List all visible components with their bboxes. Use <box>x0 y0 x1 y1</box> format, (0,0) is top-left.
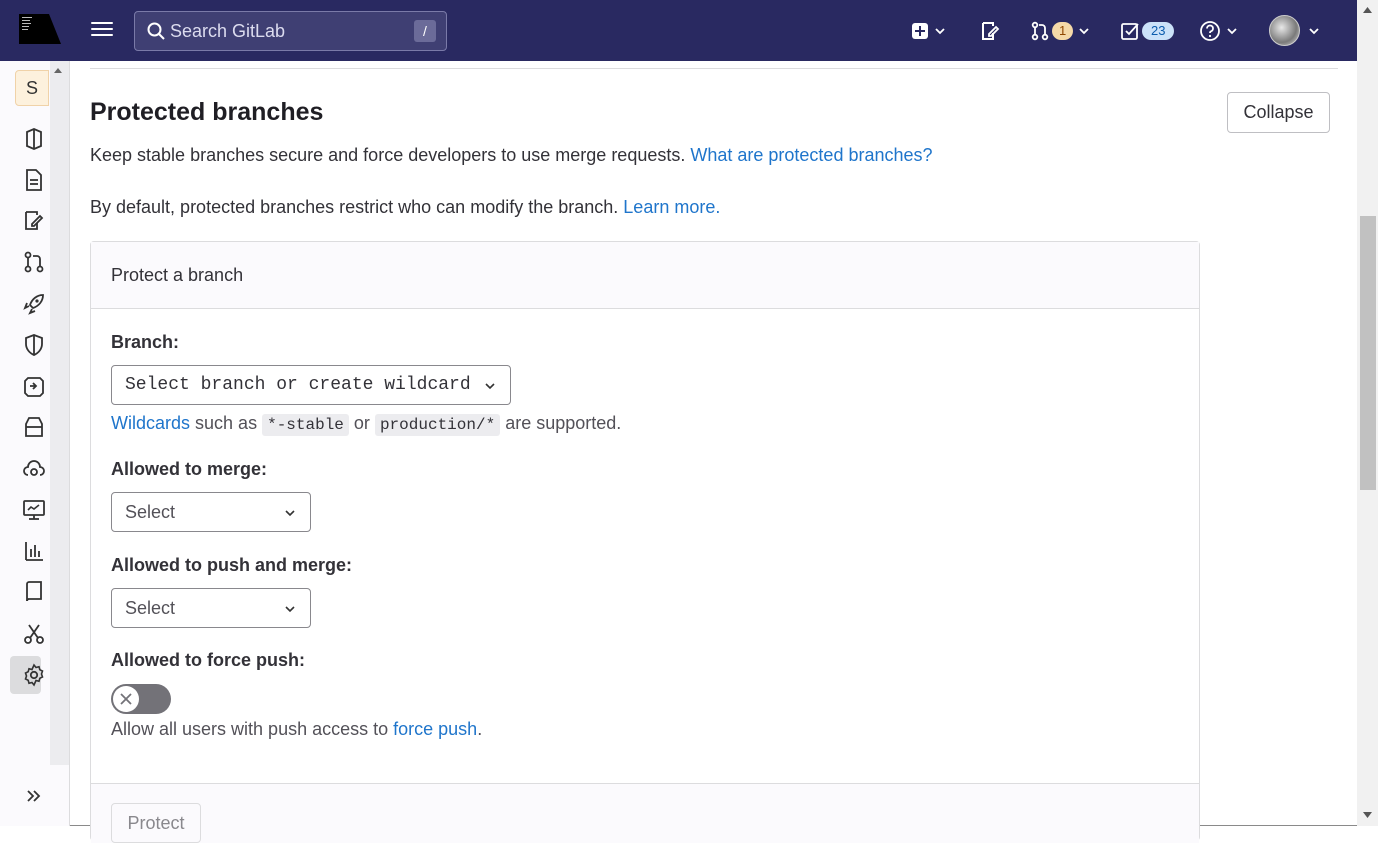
sidebar-scroll-up-icon[interactable] <box>53 66 63 76</box>
todos-nav-button[interactable]: 23 <box>1120 17 1175 45</box>
default-text: By default, protected branches restrict … <box>90 197 619 217</box>
issues-doc-icon[interactable] <box>22 168 46 192</box>
chevron-down-icon <box>1079 28 1089 35</box>
chevron-down-icon <box>935 28 945 35</box>
search-box[interactable]: Search GitLab / <box>134 11 447 51</box>
allowed-to-merge-label: Allowed to merge: <box>111 459 268 479</box>
learn-more-link[interactable]: Learn more. <box>623 197 720 217</box>
toggle-knob <box>113 686 139 712</box>
chevron-down-icon <box>1309 27 1319 34</box>
user-menu-button[interactable] <box>1269 15 1319 46</box>
plus-square-icon <box>912 23 928 39</box>
todo-checkbox-icon <box>1121 23 1139 40</box>
top-navbar: Search GitLab / 1 23 <box>0 0 1357 61</box>
chevron-down-icon <box>1227 28 1237 35</box>
wildcard-text-2: or <box>353 413 370 433</box>
branch-dropdown[interactable]: Select branch or create wildcard <box>111 365 511 405</box>
merge-requests-nav-button[interactable]: 1 <box>1030 17 1089 45</box>
search-icon <box>147 22 165 40</box>
force-push-link[interactable]: force push <box>393 719 477 739</box>
search-shortcut-key: / <box>414 20 436 42</box>
card-header: Protect a branch <box>91 242 1199 309</box>
force-push-help: Allow all users with push access to forc… <box>111 719 482 740</box>
scroll-down-arrow-icon[interactable] <box>1362 810 1373 820</box>
create-new-button[interactable] <box>911 17 945 45</box>
settings-gear-icon[interactable] <box>22 663 46 687</box>
scrollbar-thumb[interactable] <box>1360 216 1376 490</box>
search-placeholder: Search GitLab <box>170 20 286 41</box>
project-avatar[interactable]: S <box>15 70 49 106</box>
package-icon[interactable] <box>22 415 46 439</box>
protected-branches-help-link[interactable]: What are protected branches? <box>690 145 932 165</box>
chevron-down-icon <box>485 383 495 390</box>
merge-request-icon <box>1031 21 1049 41</box>
force-push-toggle[interactable] <box>111 684 171 714</box>
chevron-down-icon <box>285 606 295 613</box>
default-description: By default, protected branches restrict … <box>90 197 720 218</box>
avatar <box>1269 15 1300 46</box>
help-question-icon <box>1200 21 1220 41</box>
section-description: Keep stable branches secure and force de… <box>90 145 933 166</box>
code-edit-icon[interactable] <box>22 209 46 233</box>
issues-icon <box>982 22 1000 40</box>
merge-requests-count-badge: 1 <box>1052 22 1074 40</box>
collapse-button[interactable]: Collapse <box>1227 92 1330 133</box>
scroll-up-arrow-icon[interactable] <box>1362 5 1373 15</box>
push-select-text: Select <box>125 598 176 618</box>
close-x-icon <box>120 693 132 705</box>
analytics-chart-icon[interactable] <box>22 539 46 563</box>
wildcard-example-production: production/* <box>374 414 501 436</box>
merge-request-icon[interactable] <box>22 250 46 274</box>
force-push-help-text: Allow all users with push access to <box>111 719 389 739</box>
todos-count-badge: 23 <box>1142 22 1175 40</box>
wildcards-link[interactable]: Wildcards <box>111 413 190 433</box>
branch-dropdown-text: Select branch or create wildcard <box>125 375 471 395</box>
card-title: Protect a branch <box>111 265 244 285</box>
wildcard-help: Wildcards such as *-stable or production… <box>111 413 622 436</box>
ci-cd-icon[interactable] <box>22 374 46 398</box>
deploy-rocket-icon[interactable] <box>22 292 46 316</box>
snippets-scissors-icon[interactable] <box>22 622 46 646</box>
expand-sidebar-icon[interactable] <box>24 786 44 806</box>
wiki-book-icon[interactable] <box>22 580 46 604</box>
wildcard-text-1: such as <box>195 413 258 433</box>
infrastructure-cloud-icon[interactable] <box>22 457 46 481</box>
gitlab-instance-logo[interactable] <box>19 14 61 46</box>
card-footer <box>91 783 1199 843</box>
description-text: Keep stable branches secure and force de… <box>90 145 686 165</box>
issues-nav-button[interactable] <box>980 17 1000 45</box>
wildcard-text-3: are supported. <box>505 413 622 433</box>
branch-label: Branch: <box>111 332 180 352</box>
hamburger-menu-icon[interactable] <box>89 19 115 43</box>
wildcard-example-stable: *-stable <box>262 414 349 436</box>
protect-button[interactable]: Protect <box>111 803 201 843</box>
monitor-icon[interactable] <box>22 498 46 522</box>
force-push-period: . <box>477 719 483 739</box>
allowed-to-push-label: Allowed to push and merge: <box>111 555 353 575</box>
allowed-to-force-push-label: Allowed to force push: <box>111 650 306 670</box>
page-title: Protected branches <box>90 98 324 126</box>
shield-icon[interactable] <box>22 333 46 357</box>
section-divider <box>90 68 1338 69</box>
project-icon[interactable] <box>22 127 46 151</box>
protect-branch-card: Protect a branch <box>90 241 1200 843</box>
allowed-to-merge-select[interactable]: Select <box>111 492 311 532</box>
allowed-to-push-select[interactable]: Select <box>111 588 311 628</box>
help-nav-button[interactable] <box>1199 17 1237 45</box>
sidebar-scroll-track <box>50 61 69 765</box>
merge-select-text: Select <box>125 502 176 522</box>
chevron-down-icon <box>285 510 295 517</box>
